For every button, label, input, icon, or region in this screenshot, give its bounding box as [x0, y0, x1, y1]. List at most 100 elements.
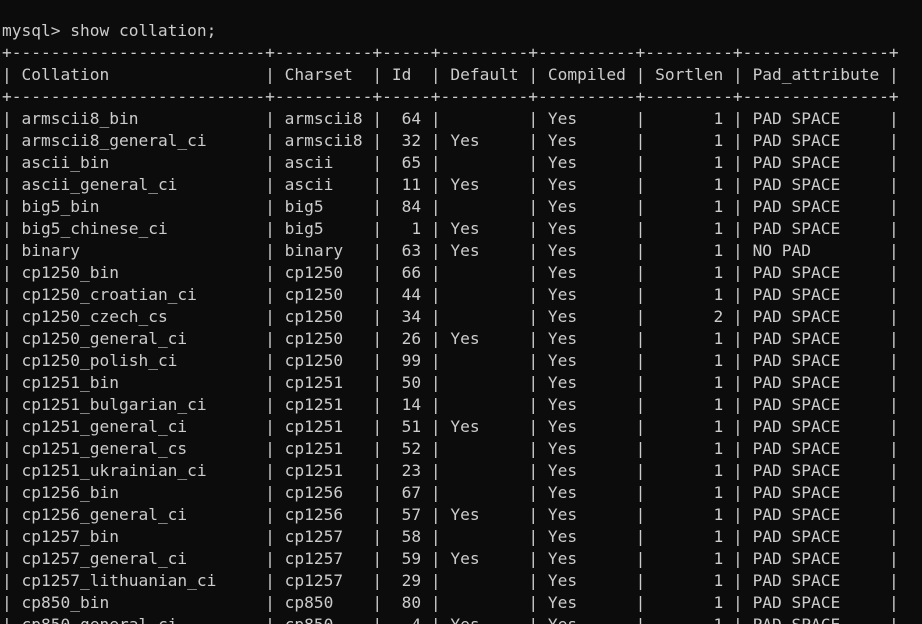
column-separator: | — [625, 109, 656, 128]
column-separator: | — [362, 329, 392, 348]
cell-sortlen: 1 — [655, 571, 724, 590]
column-separator: | — [518, 65, 548, 84]
cell-default: Yes — [450, 131, 519, 150]
cell-compiled: Yes — [547, 263, 626, 282]
column-separator: | — [255, 483, 285, 502]
cell-collation: armscii8_general_ci — [21, 131, 256, 150]
cell-id: 14 — [391, 395, 422, 414]
cell-collation: cp1251_bulgarian_ci — [21, 395, 256, 414]
column-separator: | — [518, 483, 548, 502]
column-separator: | — [255, 329, 285, 348]
column-separator: | — [625, 417, 656, 436]
cell-id: 64 — [391, 109, 422, 128]
cell-collation: cp1256_general_ci — [21, 505, 256, 524]
column-separator: | — [625, 307, 656, 326]
table-row: | cp1256_bin | cp1256 | 67 | | Yes | 1 |… — [2, 482, 899, 504]
column-separator: | — [879, 373, 899, 392]
column-separator: | — [518, 241, 548, 260]
column-separator: | — [879, 153, 899, 172]
cell-id: 63 — [391, 241, 422, 260]
column-separator: | — [362, 571, 392, 590]
cell-default — [450, 592, 518, 614]
cell-pad-attribute: PAD SPACE — [752, 197, 880, 216]
cell-pad-attribute: PAD SPACE — [752, 263, 880, 282]
column-separator: | — [723, 614, 752, 624]
terminal-window[interactable]: mysql> show collation; +----------------… — [0, 0, 922, 624]
column-separator: | — [362, 219, 392, 238]
column-separator: | — [2, 549, 22, 568]
column-separator: | — [879, 461, 899, 480]
cell-sortlen: 1 — [655, 219, 724, 238]
column-separator: | — [723, 197, 753, 216]
cell-default — [450, 152, 518, 174]
cell-charset: cp1250 — [284, 351, 363, 370]
cell-compiled: Yes — [547, 307, 626, 326]
column-separator: | — [2, 65, 22, 84]
column-header-collation: Collation — [21, 65, 256, 84]
cell-default: Yes — [450, 175, 519, 194]
table-row: | cp1250_polish_ci | cp1250 | 99 | | Yes… — [2, 350, 899, 372]
cell-id: 58 — [391, 527, 422, 546]
column-separator: | — [723, 505, 753, 524]
cell-sortlen: 1 — [655, 373, 724, 392]
cell-default — [450, 394, 518, 416]
command-prompt: mysql> show collation; — [2, 21, 217, 40]
cell-default: Yes — [450, 219, 519, 238]
column-separator: | — [723, 439, 753, 458]
cell-charset: cp1251 — [284, 439, 363, 458]
cell-collation: big5_chinese_ci — [21, 219, 256, 238]
column-separator: | — [421, 241, 451, 260]
cell-charset: cp1251 — [284, 373, 363, 392]
cell-pad-attribute: PAD SPACE — [752, 153, 880, 172]
column-separator: | — [625, 153, 656, 172]
column-separator: | — [625, 197, 656, 216]
cell-charset: cp1257 — [284, 527, 363, 546]
cell-compiled: Yes — [548, 614, 626, 624]
cell-charset: big5 — [284, 197, 363, 216]
column-separator: | — [255, 549, 285, 568]
column-separator: | — [518, 131, 548, 150]
cell-collation: cp1251_general_ci — [21, 417, 256, 436]
table-row: | cp1251_ukrainian_ci | cp1251 | 23 | | … — [2, 460, 899, 482]
cell-collation: cp850_general_ci — [22, 614, 256, 624]
table-row: | cp850_bin | cp850 | 80 | | Yes | 1 | P… — [2, 592, 899, 614]
table-row: | cp1257_general_ci | cp1257 | 59 | Yes … — [2, 548, 899, 570]
cell-charset: cp1256 — [284, 483, 363, 502]
column-separator: | — [362, 395, 392, 414]
cell-collation: cp1257_general_ci — [21, 549, 256, 568]
column-separator: | — [255, 571, 285, 590]
cell-sortlen: 1 — [655, 329, 724, 348]
column-separator: | — [421, 65, 451, 84]
column-separator: | — [421, 175, 451, 194]
column-separator: | — [625, 373, 656, 392]
column-separator: | — [879, 571, 899, 590]
column-separator: | — [879, 614, 899, 624]
cell-collation: cp1257_lithuanian_ci — [21, 571, 256, 590]
column-separator: | — [255, 131, 285, 150]
cell-id: 1 — [391, 219, 422, 238]
column-separator: | — [879, 593, 899, 612]
cell-default — [450, 284, 518, 306]
cell-id: 23 — [391, 461, 422, 480]
column-separator: | — [362, 263, 392, 282]
table-row: | cp850_general_ci | cp850 | 4 | Yes | Y… — [2, 614, 899, 624]
cell-collation: ascii_general_ci — [21, 175, 256, 194]
column-separator: | — [625, 483, 656, 502]
cell-default — [450, 372, 518, 394]
column-separator: | — [421, 263, 451, 282]
column-separator: | — [421, 614, 450, 624]
column-separator: | — [723, 131, 753, 150]
column-separator: | — [421, 109, 451, 128]
column-separator: | — [723, 241, 753, 260]
cell-charset: ascii — [284, 153, 363, 172]
cell-default: Yes — [450, 329, 519, 348]
column-separator: | — [723, 307, 753, 326]
cell-pad-attribute: PAD SPACE — [752, 439, 880, 458]
column-separator: | — [362, 373, 392, 392]
cell-pad-attribute: PAD SPACE — [752, 373, 880, 392]
column-separator: | — [625, 461, 656, 480]
cell-id: 29 — [391, 571, 422, 590]
cell-default: Yes — [450, 505, 519, 524]
column-separator: | — [2, 461, 22, 480]
column-separator: | — [255, 153, 285, 172]
